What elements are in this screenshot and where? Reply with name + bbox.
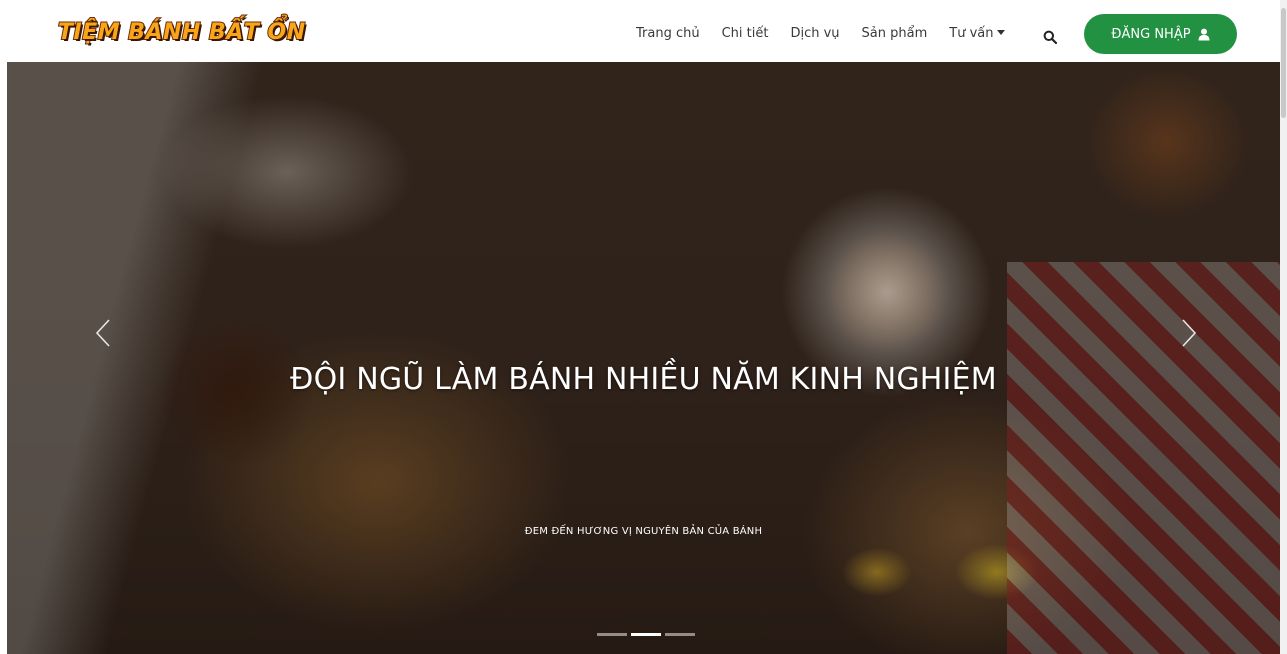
nav-item-trang-chu[interactable]: Trang chủ	[636, 26, 700, 41]
nav-item-chi-tiet[interactable]: Chi tiết	[722, 26, 769, 41]
carousel-indicators	[597, 633, 699, 636]
hero-title: ĐỘI NGŨ LÀM BÁNH NHIỀU NĂM KINH NGHIỆM	[290, 362, 997, 397]
carousel-prev-icon[interactable]	[93, 318, 115, 348]
nav-item-tu-van-dropdown[interactable]: Tư vấn	[949, 26, 1006, 41]
login-button-label: ĐĂNG NHẬP	[1111, 26, 1191, 42]
scrollbar-thumb[interactable]	[1281, 8, 1286, 118]
brand-logo[interactable]: TIỆM BÁNH BẤT ỔN	[57, 19, 306, 48]
navbar: TIỆM BÁNH BẤT ỔN Trang chủ Chi tiết Dịch…	[0, 0, 1280, 62]
carousel-indicator-3[interactable]	[665, 633, 695, 636]
search-icon[interactable]	[1043, 30, 1057, 44]
nav-item-tu-van-label: Tư vấn	[949, 26, 994, 41]
hero-carousel: ĐỘI NGŨ LÀM BÁNH NHIỀU NĂM KINH NGHIỆM Đ…	[7, 62, 1280, 654]
nav-item-dich-vu[interactable]: Dịch vụ	[790, 26, 839, 41]
login-button[interactable]: ĐĂNG NHẬP	[1084, 14, 1237, 54]
carousel-indicator-1[interactable]	[597, 633, 627, 636]
nav-links: Trang chủ Chi tiết Dịch vụ Sản phẩm Tư v…	[636, 26, 1027, 41]
carousel-next-icon[interactable]	[1177, 318, 1199, 348]
hero-subtitle: ĐEM ĐẾN HƯƠNG VỊ NGUYÊN BẢN CỦA BÁNH	[524, 526, 763, 537]
carousel-indicator-2[interactable]	[631, 633, 661, 636]
user-icon	[1198, 28, 1210, 40]
caret-down-icon	[997, 30, 1006, 35]
nav-item-san-pham[interactable]: Sản phẩm	[862, 26, 928, 41]
